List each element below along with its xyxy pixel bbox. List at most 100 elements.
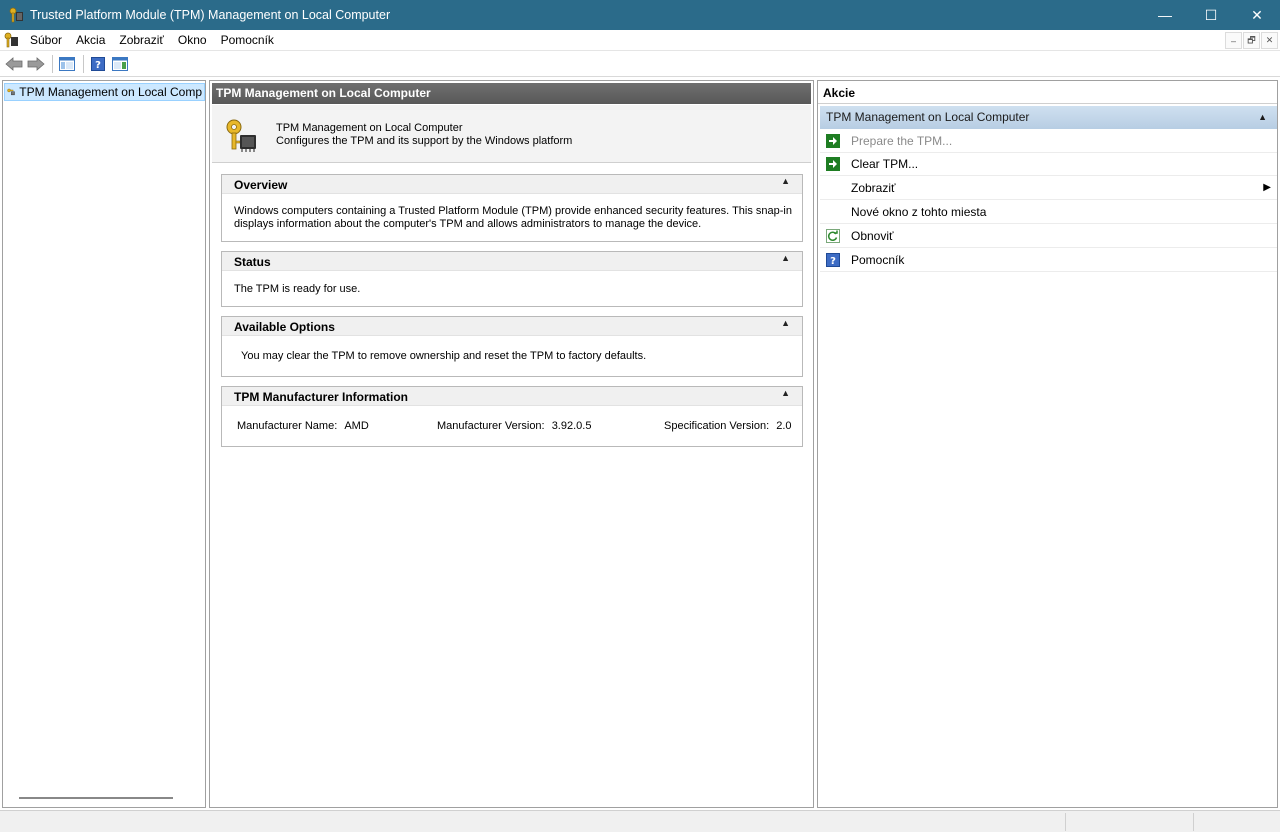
help-icon: ? (91, 57, 105, 71)
tpm-key-icon (7, 88, 15, 96)
actions-pane: Akcie TPM Management on Local Computer ▲… (817, 80, 1278, 808)
available-options-text: You may clear the TPM to remove ownershi… (241, 350, 647, 362)
mdi-close-button[interactable]: ✕ (1261, 32, 1278, 49)
specification-version-label: Specification Version: (664, 420, 770, 432)
overview-line-1: Windows computers containing a Trusted P… (234, 205, 792, 217)
action-new-window[interactable]: Nové okno z tohto miesta (820, 200, 1277, 224)
mdi-minimize-button[interactable]: – (1225, 32, 1242, 49)
system-menu-icon[interactable] (3, 32, 19, 48)
tree-item-label: TPM Management on Local Comp (19, 85, 202, 99)
available-options-section: Available Options ▲ You may clear the TP… (221, 316, 803, 377)
overview-line-2: displays information about the computer'… (234, 218, 702, 230)
collapse-icon[interactable]: ▲ (781, 253, 790, 263)
snapin-intro: TPM Management on Local Computer Configu… (212, 105, 811, 163)
actions-group-header[interactable]: TPM Management on Local Computer ▲ (820, 106, 1277, 129)
help-icon: ? (826, 252, 840, 267)
close-icon: ✕ (1265, 35, 1274, 45)
action-label: Pomocník (851, 252, 905, 267)
action-refresh[interactable]: Obnoviť (820, 224, 1277, 248)
horizontal-scrollbar[interactable] (19, 797, 173, 799)
manufacturer-info-section-header[interactable]: TPM Manufacturer Information ▲ (222, 387, 802, 406)
close-icon: ✕ (1251, 6, 1263, 23)
intro-description: Configures the TPM and its support by th… (276, 135, 573, 147)
back-arrow-icon (5, 57, 23, 71)
svg-text:?: ? (95, 60, 101, 71)
back-button[interactable] (4, 54, 24, 74)
manufacturer-info-section: TPM Manufacturer Information ▲ Manufactu… (221, 386, 803, 447)
green-arrow-icon (826, 156, 840, 171)
menu-file[interactable]: Súbor (23, 30, 69, 51)
status-section-header[interactable]: Status ▲ (222, 252, 802, 271)
status-bar-divider (1193, 813, 1194, 831)
restore-icon: 🗗 (1247, 34, 1256, 45)
mdi-restore-button[interactable]: 🗗 (1243, 32, 1260, 49)
action-label: Prepare the TPM... (851, 133, 953, 148)
refresh-icon (826, 228, 840, 243)
action-pane-icon (112, 57, 128, 71)
status-section: Status ▲ The TPM is ready for use. (221, 251, 803, 307)
manufacturer-info-title: TPM Manufacturer Information (234, 390, 409, 404)
status-bar-divider (1065, 813, 1066, 831)
available-options-section-header[interactable]: Available Options ▲ (222, 317, 802, 336)
menu-bar: Súbor Akcia Zobraziť Okno Pomocník – 🗗 ✕ (0, 30, 1280, 51)
actions-group-title: TPM Management on Local Computer (826, 110, 1030, 124)
title-bar[interactable]: Trusted Platform Module (TPM) Management… (0, 0, 1280, 30)
specification-version: Specification Version: 2.0 (664, 420, 792, 433)
manufacturer-name-label: Manufacturer Name: (237, 420, 338, 432)
menu-view[interactable]: Zobraziť (112, 30, 171, 51)
manufacturer-version-value: 3.92.0.5 (551, 420, 592, 432)
manufacturer-name: Manufacturer Name: AMD (237, 420, 369, 433)
action-prepare-tpm[interactable]: Prepare the TPM... (820, 129, 1277, 153)
toolbar-separator (83, 55, 84, 73)
specification-version-value: 2.0 (776, 420, 792, 432)
forward-arrow-icon (27, 57, 45, 71)
minimize-icon: — (1158, 7, 1172, 23)
available-options-title: Available Options (234, 320, 335, 334)
maximize-button[interactable]: ☐ (1188, 0, 1234, 30)
close-button[interactable]: ✕ (1234, 0, 1280, 30)
collapse-icon[interactable]: ▲ (781, 318, 790, 328)
console-tree-pane: TPM Management on Local Comp (2, 80, 206, 808)
minimize-button[interactable]: — (1142, 0, 1188, 30)
overview-text: Windows computers containing a Trusted P… (234, 205, 792, 231)
manufacturer-version: Manufacturer Version: 3.92.0.5 (437, 420, 591, 433)
action-label: Zobraziť (851, 180, 896, 195)
show-hide-console-tree-button[interactable] (57, 54, 77, 74)
maximize-icon: ☐ (1204, 6, 1218, 23)
minimize-icon: – (1230, 35, 1236, 46)
toolbar-separator (52, 55, 53, 73)
show-hide-action-pane-button[interactable] (110, 54, 130, 74)
tree-item-tpm-management[interactable]: TPM Management on Local Comp (4, 83, 205, 101)
console-tree-icon (59, 57, 75, 71)
action-view[interactable]: Zobraziť ▶ (820, 176, 1277, 200)
window-title: Trusted Platform Module (TPM) Management… (30, 8, 391, 22)
status-title: Status (234, 255, 271, 269)
action-clear-tpm[interactable]: Clear TPM... (820, 152, 1277, 176)
results-pane: TPM Management on Local Computer TPM Man… (209, 80, 814, 808)
forward-button[interactable] (26, 54, 46, 74)
actions-header: Akcie (818, 82, 1277, 104)
overview-section-header[interactable]: Overview ▲ (222, 175, 802, 194)
collapse-icon[interactable]: ▲ (1258, 106, 1267, 129)
green-arrow-icon (826, 133, 840, 148)
action-help[interactable]: ? Pomocník (820, 248, 1277, 272)
status-text: The TPM is ready for use. (234, 283, 361, 295)
manufacturer-name-value: AMD (344, 420, 369, 432)
collapse-icon[interactable]: ▲ (781, 176, 790, 186)
status-bar (0, 810, 1280, 832)
help-toolbar-button[interactable]: ? (88, 54, 108, 74)
tpm-chip-key-icon (226, 119, 256, 152)
results-pane-header: TPM Management on Local Computer (212, 83, 811, 104)
intro-title: TPM Management on Local Computer (276, 122, 463, 134)
action-label: Nové okno z tohto miesta (851, 204, 987, 219)
menu-action[interactable]: Akcia (69, 30, 112, 51)
toolbar: ? (0, 52, 1280, 77)
overview-section: Overview ▲ Windows computers containing … (221, 174, 803, 242)
svg-text:?: ? (830, 256, 836, 267)
action-label: Obnoviť (851, 228, 894, 243)
tpm-key-icon (9, 7, 23, 23)
overview-title: Overview (234, 178, 288, 192)
collapse-icon[interactable]: ▲ (781, 388, 790, 398)
menu-help[interactable]: Pomocník (214, 30, 281, 51)
menu-window[interactable]: Okno (171, 30, 214, 51)
